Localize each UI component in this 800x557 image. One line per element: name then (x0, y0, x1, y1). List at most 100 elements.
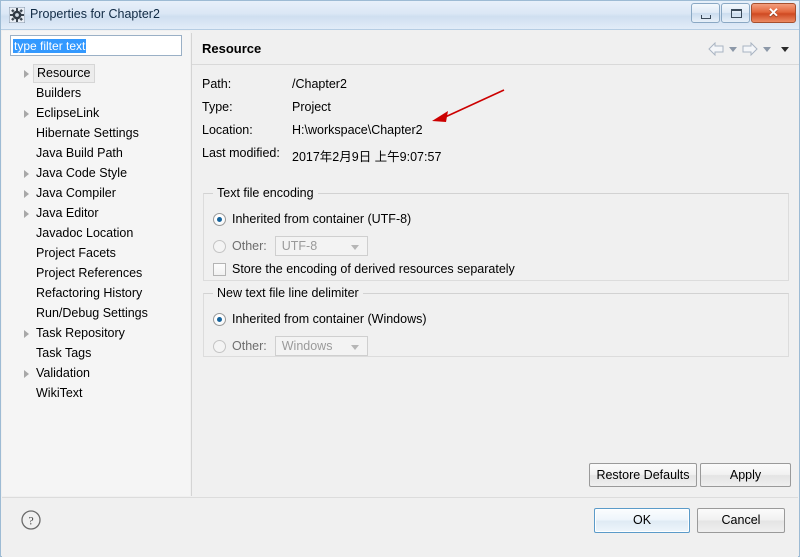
delimiter-other-label: Other: (232, 339, 267, 353)
sidebar-item-java-editor[interactable]: Java Editor (2, 203, 190, 223)
encoding-inherited-radio-row[interactable]: Inherited from container (UTF-8) (213, 212, 411, 226)
delimiter-inherited-radio-row[interactable]: Inherited from container (Windows) (213, 312, 427, 326)
info-label: Last modified: (202, 146, 280, 160)
window-controls: ✕ (691, 3, 796, 23)
window-title: Properties for Chapter2 (30, 7, 160, 21)
expand-triangle-icon[interactable] (24, 210, 29, 218)
sidebar-item-label: EclipseLink (36, 106, 100, 120)
delimiter-other-radio-row[interactable]: Other: Windows (213, 336, 368, 356)
sidebar-item-eclipselink[interactable]: EclipseLink (2, 103, 190, 123)
sidebar-item-java-compiler[interactable]: Java Compiler (2, 183, 190, 203)
help-question-icon[interactable]: ? (20, 509, 42, 531)
forward-arrow-icon[interactable] (742, 41, 758, 57)
encoding-select-value: UTF-8 (281, 239, 318, 253)
sidebar-item-java-build-path[interactable]: Java Build Path (2, 143, 190, 163)
gear-icon (8, 6, 26, 24)
encoding-inherited-label: Inherited from container (UTF-8) (232, 212, 412, 226)
dialog-button-bar: ? OK Cancel (2, 497, 798, 557)
sidebar-item-resource[interactable]: Resource (2, 63, 190, 83)
info-label: Location: (202, 123, 253, 137)
info-label: Type: (202, 100, 233, 114)
sidebar-item-project-references[interactable]: Project References (2, 263, 190, 283)
store-derived-encoding-checkbox[interactable] (213, 262, 226, 276)
sidebar-item-label: Run/Debug Settings (36, 306, 148, 320)
sidebar-item-label: Java Build Path (36, 146, 123, 160)
apply-button[interactable]: Apply (700, 463, 791, 487)
encoding-other-radio[interactable] (213, 239, 226, 253)
expand-triangle-icon[interactable] (24, 370, 29, 378)
cancel-button[interactable]: Cancel (697, 508, 785, 533)
info-value: H:\workspace\Chapter2 (292, 123, 423, 137)
sidebar-item-label: WikiText (36, 386, 83, 400)
expand-triangle-icon[interactable] (24, 170, 29, 178)
close-button[interactable]: ✕ (751, 3, 796, 23)
properties-dialog: Properties for Chapter2 ✕ type filter te… (0, 0, 800, 557)
expand-triangle-icon[interactable] (24, 190, 29, 198)
sidebar-item-label: Java Editor (36, 206, 99, 220)
title-divider (192, 64, 799, 65)
sidebar-item-javadoc-location[interactable]: Javadoc Location (2, 223, 190, 243)
maximize-icon (731, 9, 742, 18)
text-file-encoding-title: Text file encoding (213, 186, 318, 200)
expand-triangle-icon[interactable] (24, 70, 29, 78)
sidebar-item-wikitext[interactable]: WikiText (2, 383, 190, 403)
restore-defaults-button[interactable]: Restore Defaults (589, 463, 697, 487)
sidebar-item-label: Java Compiler (36, 186, 116, 200)
minimize-icon (701, 15, 711, 19)
sidebar-item-label: Builders (36, 86, 82, 100)
sidebar-item-task-tags[interactable]: Task Tags (2, 343, 190, 363)
line-delimiter-group: New text file line delimiter Inherited f… (203, 286, 789, 357)
info-value: Project (292, 100, 331, 114)
encoding-other-radio-row[interactable]: Other: UTF-8 (213, 236, 368, 256)
sidebar-item-label: Refactoring History (36, 286, 143, 300)
resource-page: Resource Path: /Chapter2 Type: Project Locat… (192, 31, 799, 496)
back-arrow-icon[interactable] (708, 41, 724, 57)
encoding-other-label: Other: (232, 239, 267, 253)
sidebar-item-label: Hibernate Settings (36, 126, 139, 140)
svg-text:?: ? (28, 514, 33, 528)
info-label: Path: (202, 77, 232, 91)
info-value: 2017年2月9日 上午9:07:57 (292, 150, 442, 164)
page-title: Resource (202, 41, 262, 56)
filter-input-value: type filter text (13, 39, 87, 53)
close-icon: ✕ (768, 5, 779, 20)
page-navigation-toolbar (708, 41, 791, 57)
sidebar-item-run-debug-settings[interactable]: Run/Debug Settings (2, 303, 190, 323)
sidebar-item-hibernate-settings[interactable]: Hibernate Settings (2, 123, 190, 143)
settings-sidebar: type filter text Resource Builders Eclipse… (2, 31, 190, 496)
store-derived-encoding-label: Store the encoding of derived resources … (232, 262, 515, 276)
sidebar-item-java-code-style[interactable]: Java Code Style (2, 163, 190, 183)
sidebar-item-label: Validation (36, 366, 90, 380)
sidebar-item-label: Project Facets (36, 246, 116, 260)
ok-button[interactable]: OK (594, 508, 690, 533)
sidebar-item-label: Project References (36, 266, 143, 280)
expand-triangle-icon[interactable] (24, 330, 29, 338)
encoding-inherited-radio[interactable] (213, 212, 226, 226)
expand-triangle-icon[interactable] (24, 110, 29, 118)
page-menu-chevron-down-icon[interactable] (781, 46, 789, 52)
sidebar-item-validation[interactable]: Validation (2, 363, 190, 383)
filter-input[interactable]: type filter text (10, 35, 182, 56)
store-derived-encoding-row[interactable]: Store the encoding of derived resources … (213, 262, 515, 276)
info-value: /Chapter2 (292, 77, 347, 91)
chevron-down-icon (350, 245, 359, 250)
minimize-button[interactable] (691, 3, 720, 23)
sidebar-item-refactoring-history[interactable]: Refactoring History (2, 283, 190, 303)
delimiter-inherited-radio[interactable] (213, 312, 226, 326)
forward-history-chevron-down-icon[interactable] (763, 46, 771, 52)
delimiter-inherited-label: Inherited from container (Windows) (232, 312, 427, 326)
window-titlebar: Properties for Chapter2 ✕ (1, 1, 799, 30)
sidebar-item-label: Task Tags (36, 346, 92, 360)
delimiter-select-value: Windows (281, 339, 333, 353)
line-delimiter-title: New text file line delimiter (213, 286, 363, 300)
delimiter-select[interactable]: Windows (274, 336, 368, 356)
encoding-select[interactable]: UTF-8 (274, 236, 368, 256)
maximize-button[interactable] (721, 3, 750, 23)
delimiter-other-radio[interactable] (213, 339, 226, 353)
sidebar-item-task-repository[interactable]: Task Repository (2, 323, 190, 343)
sidebar-item-builders[interactable]: Builders (2, 83, 190, 103)
sidebar-item-project-facets[interactable]: Project Facets (2, 243, 190, 263)
sidebar-item-label: Javadoc Location (36, 226, 134, 240)
settings-tree: Resource Builders EclipseLink Hibernate Set… (2, 63, 190, 403)
back-history-chevron-down-icon[interactable] (729, 46, 737, 52)
